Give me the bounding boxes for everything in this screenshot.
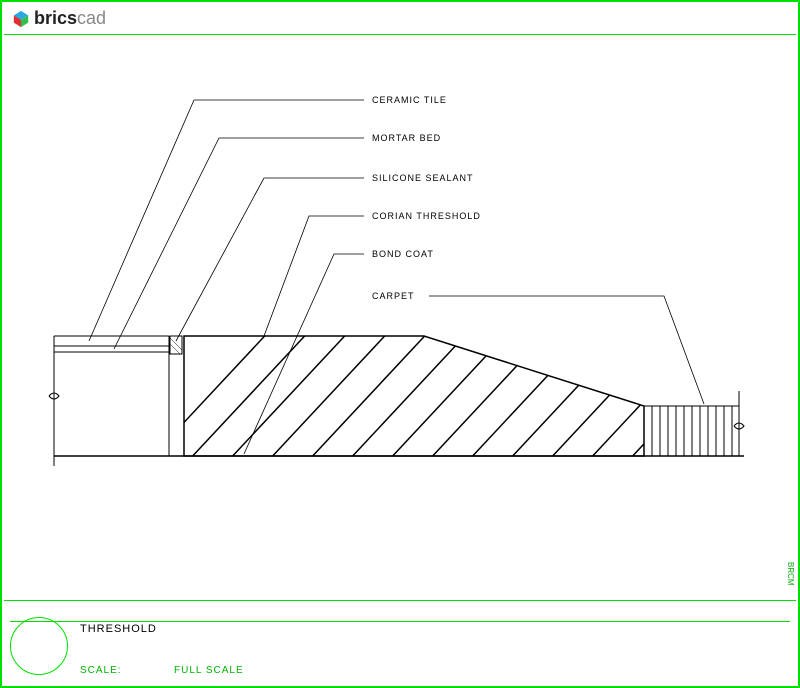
side-watermark: BRCM <box>786 562 795 586</box>
title-block: THRESHOLD SCALE: FULL SCALE <box>4 600 796 684</box>
logo-text-light: cad <box>77 8 106 29</box>
label-mortar-bed: MORTAR BED <box>372 133 441 143</box>
app-frame: bricscad <box>0 0 800 688</box>
detail-key-circle <box>10 617 68 675</box>
drawing-canvas[interactable]: CERAMIC TILE MORTAR BED SILICONE SEALANT… <box>4 36 798 596</box>
logo-text-bold: brics <box>34 8 77 29</box>
header-divider <box>4 34 796 35</box>
scale-label: SCALE: <box>80 665 122 676</box>
drawing-title: THRESHOLD <box>80 623 157 635</box>
bricscad-icon <box>12 10 30 28</box>
title-divider <box>10 621 790 622</box>
app-logo: bricscad <box>12 8 106 29</box>
label-carpet: CARPET <box>372 291 415 301</box>
scale-value: FULL SCALE <box>174 665 244 676</box>
label-silicone-sealant: SILICONE SEALANT <box>372 173 474 183</box>
label-corian-threshold: CORIAN THRESHOLD <box>372 211 481 221</box>
label-ceramic-tile: CERAMIC TILE <box>372 95 447 105</box>
label-bond-coat: BOND COAT <box>372 249 434 259</box>
